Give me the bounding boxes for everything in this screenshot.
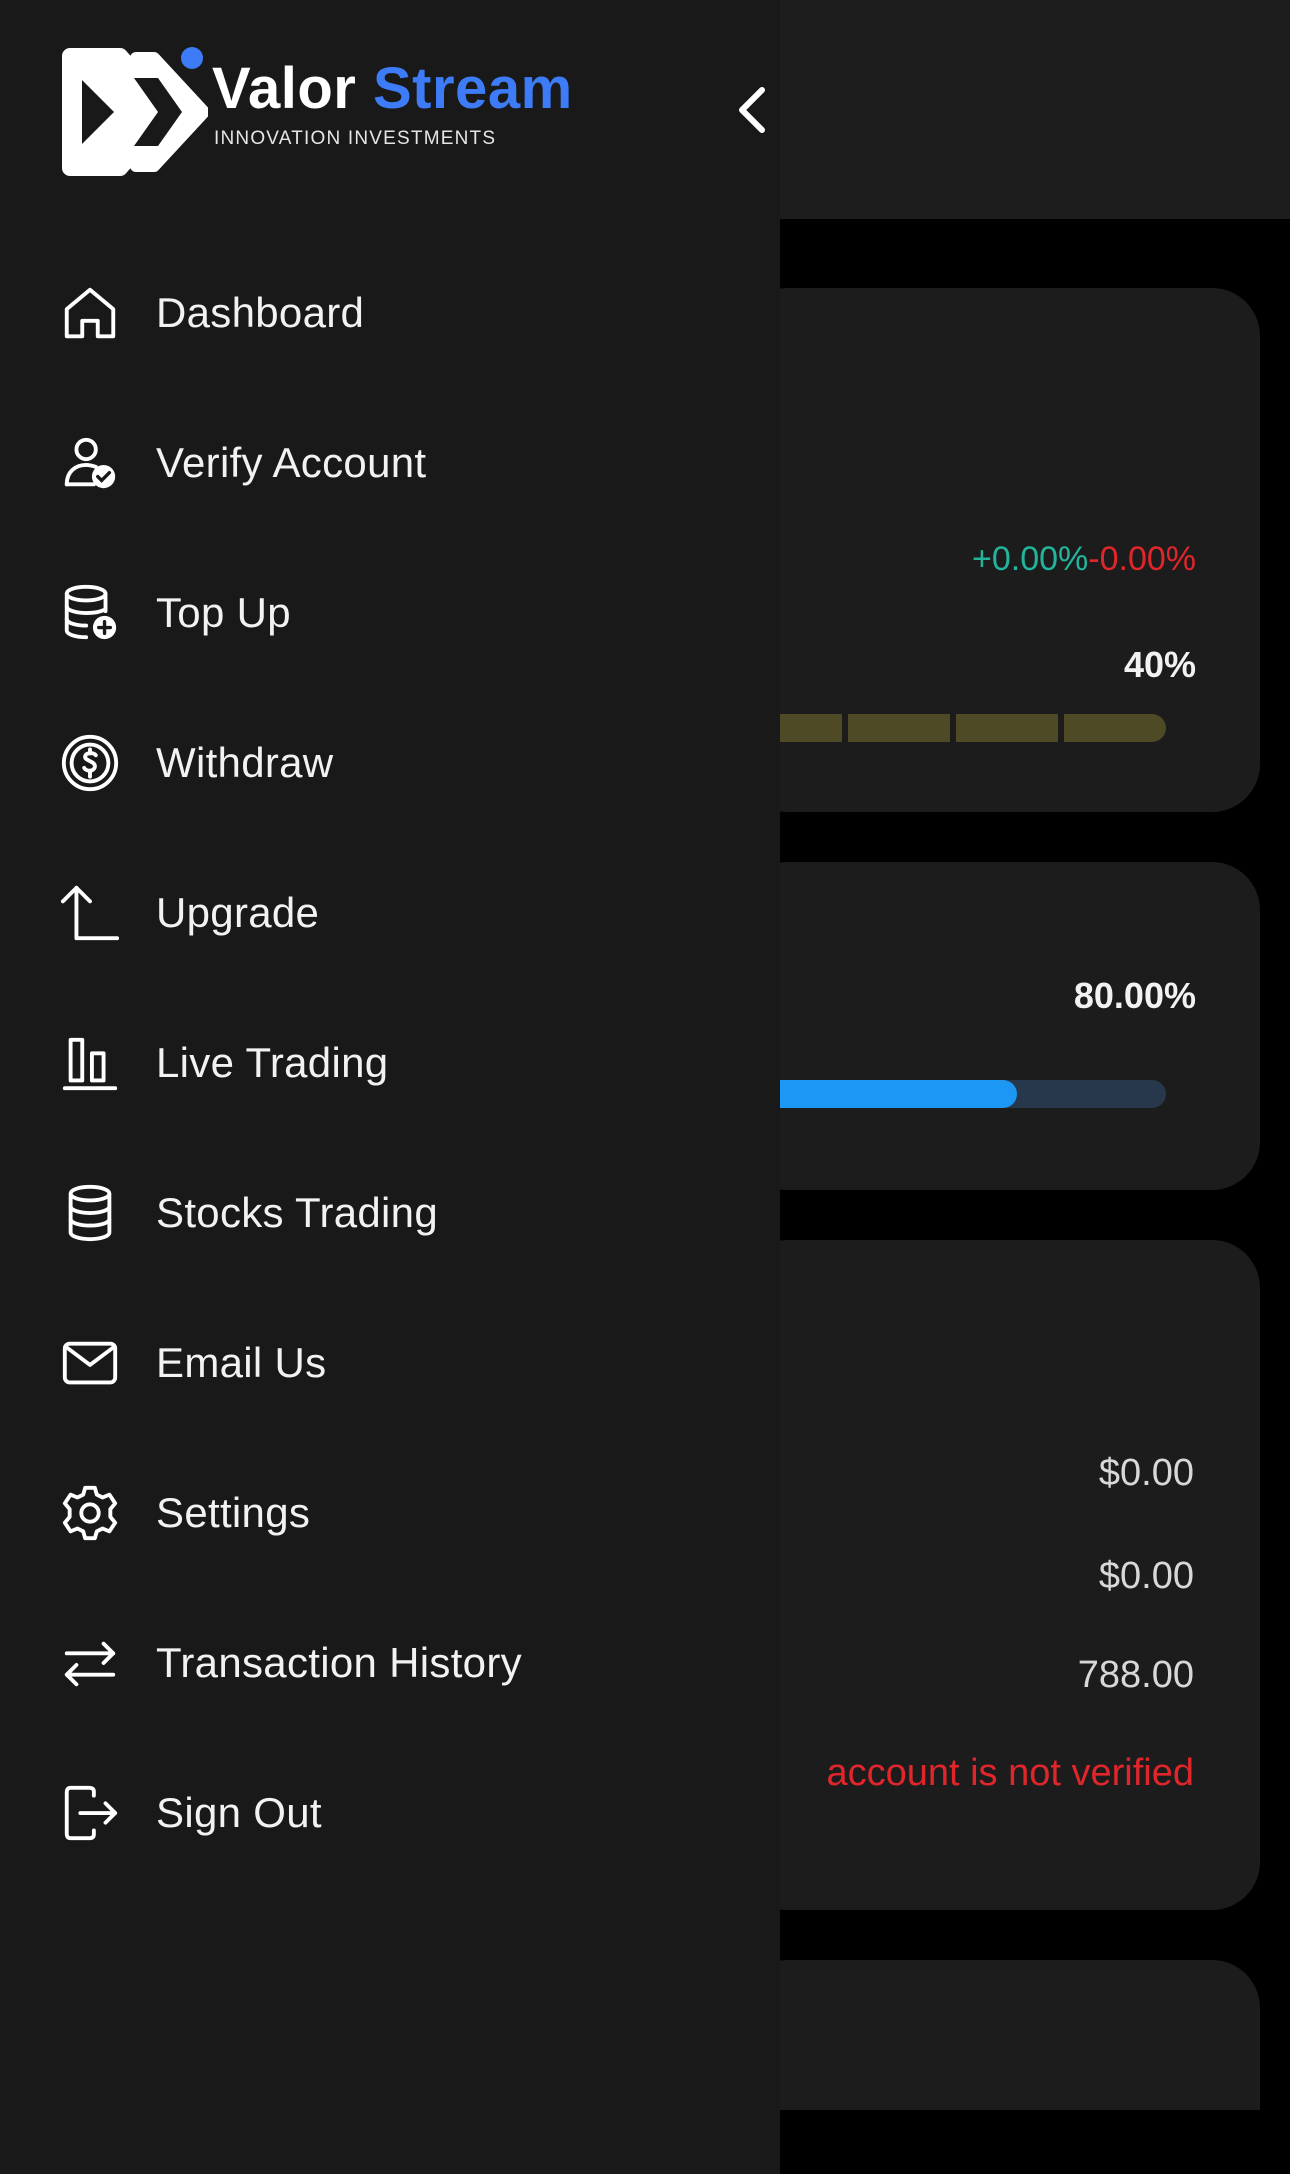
logout-icon — [58, 1781, 122, 1845]
nav-item-email-us[interactable]: Email Us — [58, 1288, 758, 1438]
nav-item-verify-account[interactable]: Verify Account — [58, 388, 758, 538]
risk-segment-bar — [740, 714, 1166, 742]
arrows-swap-icon — [58, 1631, 122, 1695]
nav-item-settings[interactable]: Settings — [58, 1438, 758, 1588]
nav-label: Transaction History — [156, 1639, 522, 1686]
risk-segment — [1064, 714, 1166, 742]
logo-mark-icon — [62, 47, 208, 176]
progress-track — [740, 1080, 1166, 1108]
dollar-circle-icon — [58, 731, 122, 795]
balance-value: $0.00 — [1098, 1555, 1194, 1597]
verification-warning: account is not verified — [826, 1752, 1194, 1794]
nav-item-transaction-history[interactable]: Transaction History — [58, 1588, 758, 1738]
nav-label: Upgrade — [156, 889, 320, 936]
navigation-drawer: Valor Stream INNOVATION INVESTMENTS Dash… — [0, 0, 780, 2174]
nav-label: Settings — [156, 1489, 311, 1536]
nav-item-stocks-trading[interactable]: Stocks Trading — [58, 1138, 758, 1288]
nav-label: Verify Account — [156, 439, 427, 486]
risk-segment — [956, 714, 1058, 742]
progress-card — [740, 862, 1260, 1190]
database-plus-icon — [58, 581, 122, 645]
nav-item-dashboard[interactable]: Dashboard — [58, 238, 758, 388]
brand-name: Valor Stream — [212, 60, 573, 118]
risk-percent: 40% — [1123, 644, 1196, 685]
drawer-nav: Dashboard Verify Account Top Up Withdraw… — [58, 238, 758, 1888]
nav-item-upgrade[interactable]: Upgrade — [58, 838, 758, 988]
brand-tagline: INNOVATION INVESTMENTS — [214, 128, 497, 149]
nav-item-live-trading[interactable]: Live Trading — [58, 988, 758, 1138]
bar-chart-icon — [58, 1031, 122, 1095]
progress-fill — [740, 1080, 1017, 1108]
progress-percent: 80.00% — [1073, 975, 1196, 1016]
change-up: +0.00% — [972, 540, 1089, 578]
change-down: -0.00% — [1088, 540, 1196, 578]
nav-label: Email Us — [156, 1339, 327, 1386]
gear-icon — [58, 1481, 122, 1545]
brand-logo[interactable]: Valor Stream INNOVATION INVESTMENTS — [58, 44, 573, 180]
nav-label: Live Trading — [156, 1039, 389, 1086]
balance-value: 788.00 — [1077, 1654, 1194, 1696]
risk-segment — [848, 714, 950, 742]
nav-label: Stocks Trading — [156, 1189, 438, 1236]
nav-label: Dashboard — [156, 289, 365, 336]
user-check-icon — [58, 431, 122, 495]
brand-name-part2: Stream — [372, 56, 573, 121]
home-icon — [58, 281, 122, 345]
arrow-up-corner-icon — [58, 881, 122, 945]
market-change: +0.00%-0.00% — [972, 540, 1196, 579]
collapse-drawer-button[interactable] — [724, 82, 780, 138]
nav-label: Top Up — [156, 589, 291, 636]
nav-label: Sign Out — [156, 1789, 322, 1836]
bottom-card — [740, 1960, 1260, 2110]
nav-item-top-up[interactable]: Top Up — [58, 538, 758, 688]
database-icon — [58, 1181, 122, 1245]
chevron-left-icon — [739, 87, 765, 133]
mail-icon — [58, 1331, 122, 1395]
brand-name-part1: Valor — [212, 56, 357, 121]
balance-value: $0.00 — [1098, 1452, 1194, 1494]
brand-text: Valor Stream INNOVATION INVESTMENTS — [212, 60, 573, 150]
nav-label: Withdraw — [156, 739, 334, 786]
nav-item-sign-out[interactable]: Sign Out — [58, 1738, 758, 1888]
app-page: +0.00%-0.00% 40% 80.00% $0.00 $0.00 788.… — [0, 0, 1290, 2174]
nav-item-withdraw[interactable]: Withdraw — [58, 688, 758, 838]
